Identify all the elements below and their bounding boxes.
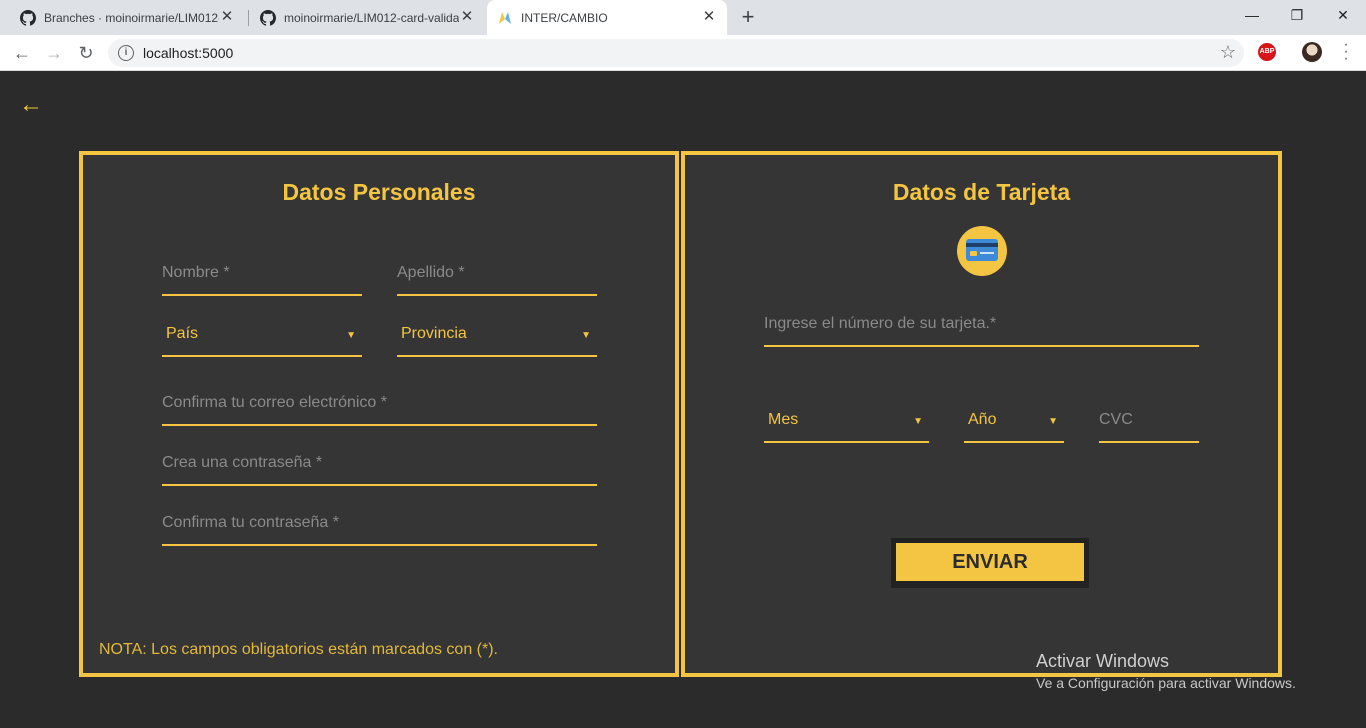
adblock-extension-icon[interactable]: ABP (1258, 43, 1276, 61)
cvc-placeholder: CVC (1099, 411, 1133, 428)
nombre-input[interactable]: Nombre * (162, 262, 362, 296)
tab-separator (248, 10, 249, 26)
bookmark-star-icon[interactable]: ☆ (1220, 42, 1236, 63)
browser-toolbar: ← → ↻ i localhost:5000 ☆ (0, 35, 1366, 71)
browser-tab-bar: Branches · moinoirmarie/LIM012-card-vali… (0, 0, 1366, 35)
password-input[interactable]: Crea una contraseña * (162, 452, 597, 486)
tab-title: moinoirmarie/LIM012-card-validation (284, 10, 459, 25)
card-number-placeholder: Ingrese el número de su tarjeta.* (764, 315, 997, 332)
apellido-placeholder: Apellido * (397, 264, 465, 281)
password-confirm-placeholder: Confirma tu contraseña * (162, 514, 339, 531)
github-icon (20, 9, 36, 26)
site-info-icon[interactable]: i (118, 45, 134, 61)
tab-title: Branches · moinoirmarie/LIM012-card-vali… (44, 10, 219, 25)
new-tab-icon[interactable]: + (738, 6, 758, 28)
close-tab-icon[interactable]: ✕ (219, 9, 235, 25)
forward-icon[interactable]: → (42, 41, 66, 65)
cvc-input[interactable]: CVC (1099, 409, 1199, 443)
windows-activation-watermark: Activar Windows Ve a Configuración para … (1036, 651, 1296, 691)
anio-select[interactable]: Año ▼ (964, 409, 1064, 443)
email-confirm-input[interactable]: Confirma tu correo electrónico * (162, 392, 597, 426)
email-placeholder: Confirma tu correo electrónico * (162, 394, 387, 411)
card-number-input[interactable]: Ingrese el número de su tarjeta.* (764, 313, 1199, 347)
submit-button-frame: ENVIAR (891, 538, 1089, 588)
window-close-icon[interactable]: ✕ (1320, 0, 1366, 30)
watermark-title: Activar Windows (1036, 651, 1170, 671)
tab-title: INTER/CAMBIO (521, 10, 608, 25)
browser-tab-active[interactable]: INTER/CAMBIO ✕ (487, 0, 727, 35)
nombre-placeholder: Nombre * (162, 264, 230, 281)
credit-card-icon (957, 226, 1007, 276)
card-data-title: Datos de Tarjeta (892, 179, 1071, 205)
back-icon[interactable]: ← (10, 41, 34, 65)
url-text: localhost:5000 (143, 45, 234, 61)
profile-avatar[interactable] (1302, 42, 1322, 62)
chevron-down-icon: ▼ (1048, 416, 1058, 427)
required-fields-note: NOTA: Los campos obligatorios están marc… (99, 641, 498, 658)
pais-value: País (166, 325, 199, 342)
chevron-down-icon: ▼ (346, 330, 356, 341)
password-confirm-input[interactable]: Confirma tu contraseña * (162, 512, 597, 546)
minimize-icon[interactable]: — (1229, 0, 1275, 30)
reload-icon[interactable]: ↻ (74, 41, 98, 65)
apellido-input[interactable]: Apellido * (397, 262, 597, 296)
pais-select[interactable]: País ▼ (162, 323, 362, 357)
personal-data-panel: Datos Personales Nombre * Apellido * Paí… (79, 151, 679, 677)
page-content: ← Datos Personales Nombre * Apellido * P… (0, 71, 1366, 728)
chevron-down-icon: ▼ (581, 330, 591, 341)
provincia-value: Provincia (401, 325, 467, 342)
anio-value: Año (968, 411, 997, 428)
mes-value: Mes (768, 411, 799, 428)
address-bar[interactable]: i localhost:5000 ☆ (108, 39, 1244, 67)
browser-tab-branches[interactable]: Branches · moinoirmarie/LIM012-card-vali… (10, 0, 245, 35)
mes-select[interactable]: Mes ▼ (764, 409, 929, 443)
browser-menu-icon[interactable]: · · · (1340, 37, 1352, 67)
chevron-down-icon: ▼ (913, 416, 923, 427)
provincia-select[interactable]: Provincia ▼ (397, 323, 597, 357)
password-placeholder: Crea una contraseña * (162, 454, 323, 471)
close-tab-icon[interactable]: ✕ (459, 9, 475, 25)
back-arrow-icon[interactable]: ← (19, 93, 43, 117)
github-icon (260, 9, 276, 26)
restore-icon[interactable]: ❐ (1274, 0, 1320, 30)
personal-data-title: Datos Personales (282, 179, 476, 205)
close-tab-icon[interactable]: ✕ (701, 9, 717, 25)
watermark-subtitle: Ve a Configuración para activar Windows. (1036, 675, 1296, 691)
app-logo-icon (499, 11, 511, 24)
card-data-panel: Datos de Tarjeta Ingrese el número de su… (681, 151, 1282, 677)
browser-tab-repo[interactable]: moinoirmarie/LIM012-card-validation ✕ (250, 0, 485, 35)
enviar-button[interactable]: ENVIAR (896, 543, 1084, 581)
